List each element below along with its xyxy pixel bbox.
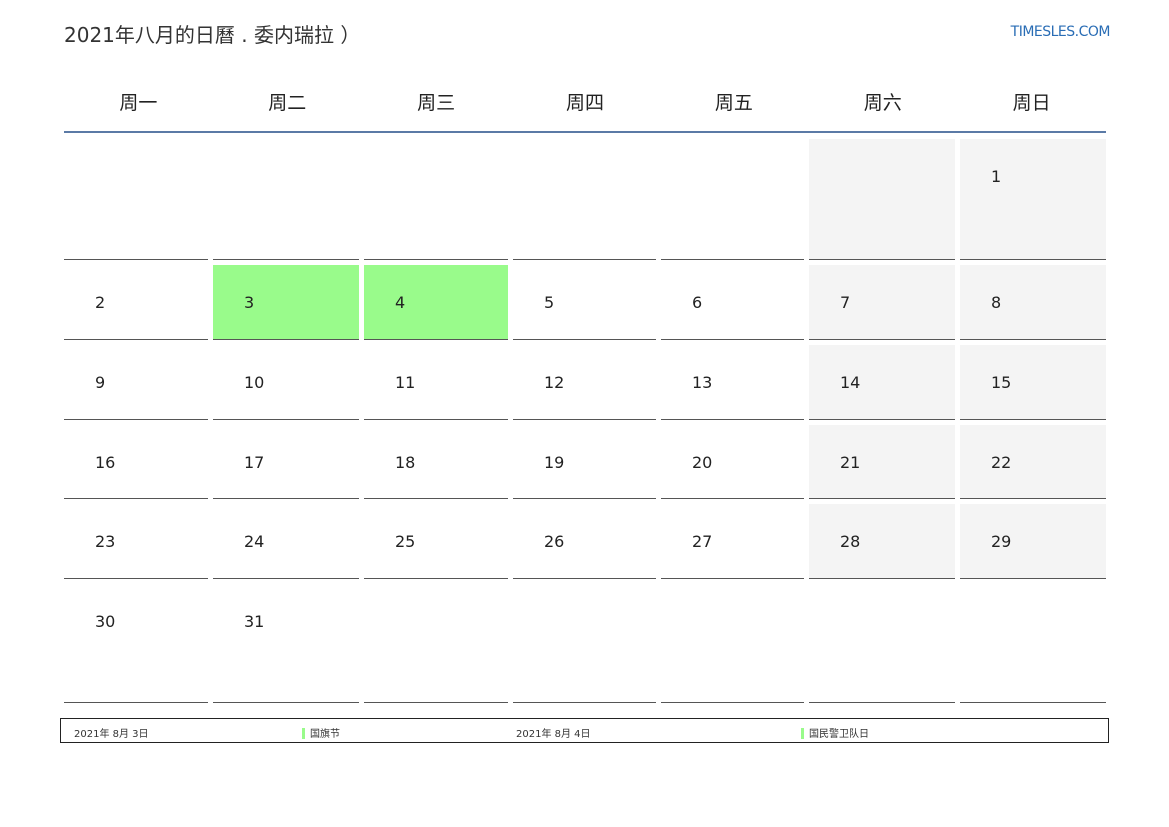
weekday-wed: 周三 bbox=[417, 91, 456, 114]
day-cell: 4 bbox=[364, 265, 508, 340]
day-cell: 6 bbox=[661, 265, 804, 340]
day-number: 20 bbox=[692, 453, 713, 472]
holiday-color-marker bbox=[801, 727, 804, 739]
day-number: 30 bbox=[95, 612, 116, 631]
day-cell: 31 bbox=[213, 584, 359, 703]
day-cell: 11 bbox=[364, 345, 508, 420]
weekday-sat: 周六 bbox=[863, 91, 902, 114]
empty-day-cell bbox=[809, 139, 955, 260]
day-cell: 25 bbox=[364, 504, 508, 579]
empty-day-cell bbox=[64, 139, 208, 260]
empty-day-cell bbox=[661, 139, 804, 260]
day-number: 3 bbox=[244, 293, 255, 312]
legend-date-1: 2021年 8月 3日 bbox=[74, 729, 149, 740]
day-number: 29 bbox=[991, 532, 1012, 551]
day-cell: 8 bbox=[960, 265, 1106, 340]
day-cell: 29 bbox=[960, 504, 1106, 579]
legend-entry-1: 国旗节 bbox=[302, 725, 340, 740]
day-cell: 27 bbox=[661, 504, 804, 579]
day-number: 26 bbox=[544, 532, 565, 551]
day-number: 4 bbox=[395, 293, 406, 312]
weekday-thu: 周四 bbox=[565, 91, 604, 114]
day-number: 6 bbox=[692, 293, 703, 312]
day-cell: 21 bbox=[809, 425, 955, 499]
day-cell: 10 bbox=[213, 345, 359, 420]
day-number: 28 bbox=[840, 532, 861, 551]
empty-day-cell bbox=[213, 139, 359, 260]
day-cell: 20 bbox=[661, 425, 804, 499]
day-number: 31 bbox=[244, 612, 265, 631]
day-cell: 22 bbox=[960, 425, 1106, 499]
day-cell: 15 bbox=[960, 345, 1106, 420]
legend-name-2: 国民警卫队日 bbox=[809, 729, 869, 740]
holiday-color-marker bbox=[302, 727, 305, 739]
legend-date-2: 2021年 8月 4日 bbox=[516, 729, 591, 740]
day-cell: 5 bbox=[513, 265, 656, 340]
day-number: 13 bbox=[692, 373, 713, 392]
site-link[interactable]: TIMESLES.COM bbox=[1011, 24, 1111, 40]
day-cell: 3 bbox=[213, 265, 359, 340]
day-number: 25 bbox=[395, 532, 416, 551]
day-number: 1 bbox=[991, 167, 1002, 186]
empty-day-cell bbox=[960, 584, 1106, 703]
day-number: 14 bbox=[840, 373, 861, 392]
day-number: 16 bbox=[95, 453, 116, 472]
day-cell: 12 bbox=[513, 345, 656, 420]
empty-day-cell bbox=[364, 584, 508, 703]
day-number: 15 bbox=[991, 373, 1012, 392]
legend-name-1: 国旗节 bbox=[310, 729, 340, 740]
empty-day-cell bbox=[661, 584, 804, 703]
day-cell: 17 bbox=[213, 425, 359, 499]
weekday-fri: 周五 bbox=[714, 91, 753, 114]
weekday-tue: 周二 bbox=[268, 91, 307, 114]
day-number: 17 bbox=[244, 453, 265, 472]
empty-day-cell bbox=[513, 139, 656, 260]
day-number: 19 bbox=[544, 453, 565, 472]
empty-day-cell bbox=[364, 139, 508, 260]
day-number: 23 bbox=[95, 532, 116, 551]
day-number: 24 bbox=[244, 532, 265, 551]
day-cell: 18 bbox=[364, 425, 508, 499]
calendar-grid: 1 2 3 4 5 6 7 8 9 10 11 12 13 14 15 16 17 18 19 20 21 22 23 24 2… bbox=[64, 139, 1106, 703]
weekday-mon: 周一 bbox=[119, 91, 158, 114]
day-cell: 2 bbox=[64, 265, 208, 340]
day-number: 5 bbox=[544, 293, 555, 312]
legend-entry-2: 国民警卫队日 bbox=[801, 725, 869, 740]
day-cell: 30 bbox=[64, 584, 208, 703]
day-cell: 9 bbox=[64, 345, 208, 420]
day-cell: 19 bbox=[513, 425, 656, 499]
day-cell: 26 bbox=[513, 504, 656, 579]
day-number: 7 bbox=[840, 293, 851, 312]
day-cell: 23 bbox=[64, 504, 208, 579]
day-number: 27 bbox=[692, 532, 713, 551]
day-cell: 7 bbox=[809, 265, 955, 340]
day-number: 10 bbox=[244, 373, 265, 392]
day-cell: 16 bbox=[64, 425, 208, 499]
page-title: 2021年八月的日曆 . 委内瑞拉 ） bbox=[64, 23, 361, 47]
day-number: 22 bbox=[991, 453, 1012, 472]
day-cell: 28 bbox=[809, 504, 955, 579]
day-number: 8 bbox=[991, 293, 1002, 312]
day-cell: 13 bbox=[661, 345, 804, 420]
day-cell: 14 bbox=[809, 345, 955, 420]
empty-day-cell bbox=[809, 584, 955, 703]
day-number: 9 bbox=[95, 373, 106, 392]
weekday-header-row: 周一 周二 周三 周四 周五 周六 周日 bbox=[64, 70, 1106, 132]
holiday-legend: 2021年 8月 3日 国旗节 2021年 8月 4日 国民警卫队日 bbox=[60, 718, 1109, 743]
header-divider bbox=[64, 131, 1106, 133]
weekday-sun: 周日 bbox=[1012, 91, 1051, 114]
day-number: 18 bbox=[395, 453, 416, 472]
day-number: 21 bbox=[840, 453, 861, 472]
day-number: 12 bbox=[544, 373, 565, 392]
day-number: 11 bbox=[395, 373, 416, 392]
empty-day-cell bbox=[513, 584, 656, 703]
day-number: 2 bbox=[95, 293, 106, 312]
day-cell: 1 bbox=[960, 139, 1106, 260]
day-cell: 24 bbox=[213, 504, 359, 579]
